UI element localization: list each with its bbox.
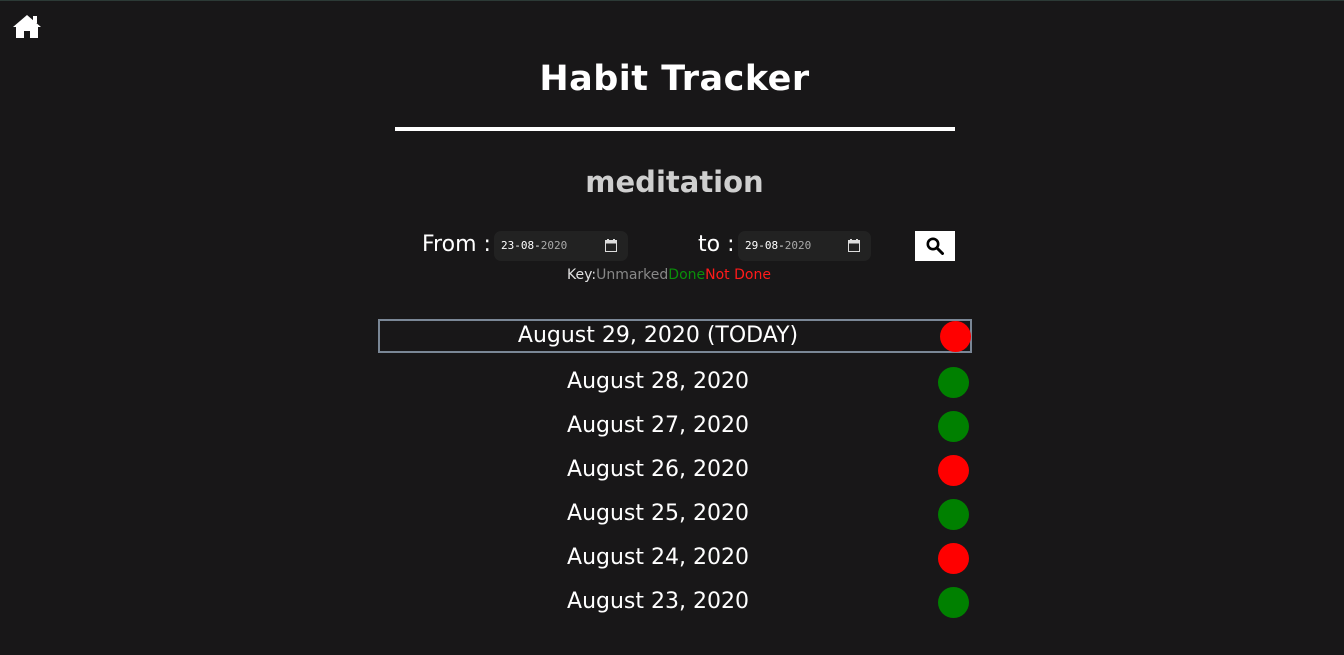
to-label: to : [698,232,735,257]
from-date-day-month: 23-08- [501,239,541,252]
day-row: August 25, 2020 [378,499,972,533]
status-dot[interactable] [938,587,969,618]
day-row: August 23, 2020 [378,587,972,621]
day-row: August 27, 2020 [378,411,972,445]
status-dot[interactable] [938,543,969,574]
search-icon [926,237,944,255]
calendar-icon[interactable] [605,239,617,252]
title-divider [395,127,955,131]
status-dot[interactable] [938,499,969,530]
status-dot[interactable] [938,455,969,486]
calendar-icon[interactable] [848,239,860,252]
to-date-input[interactable]: 29-08-2020 [738,231,871,261]
status-dot[interactable] [940,321,971,352]
habit-name: meditation [585,165,764,199]
search-button[interactable] [915,231,955,261]
day-row: August 24, 2020 [378,543,972,577]
day-row: August 28, 2020 [378,367,972,401]
day-label: August 24, 2020 [567,545,749,570]
home-icon[interactable] [12,13,42,39]
key-not-done: Not Done [705,267,771,283]
day-label: August 26, 2020 [567,457,749,482]
to-date-year: 2020 [784,239,812,252]
day-label: August 23, 2020 [567,589,749,614]
day-label: August 28, 2020 [567,369,749,394]
day-row-today: August 29, 2020 (TODAY) [378,319,972,353]
from-label: From : [422,232,491,257]
status-key: Key:UnmarkedDoneNot Done [567,267,771,283]
page-title: Habit Tracker [539,59,810,99]
to-date-day-month: 29-08- [745,239,785,252]
key-done: Done [668,267,706,283]
key-label: Key: [567,267,597,283]
status-dot[interactable] [938,367,969,398]
status-dot[interactable] [938,411,969,442]
key-unmarked: Unmarked [596,267,669,283]
day-row: August 26, 2020 [378,455,972,489]
from-date-year: 2020 [540,239,568,252]
day-label: August 25, 2020 [567,501,749,526]
day-label: August 29, 2020 (TODAY) [517,323,799,348]
day-label: August 27, 2020 [567,413,749,438]
from-date-input[interactable]: 23-08-2020 [494,231,628,261]
